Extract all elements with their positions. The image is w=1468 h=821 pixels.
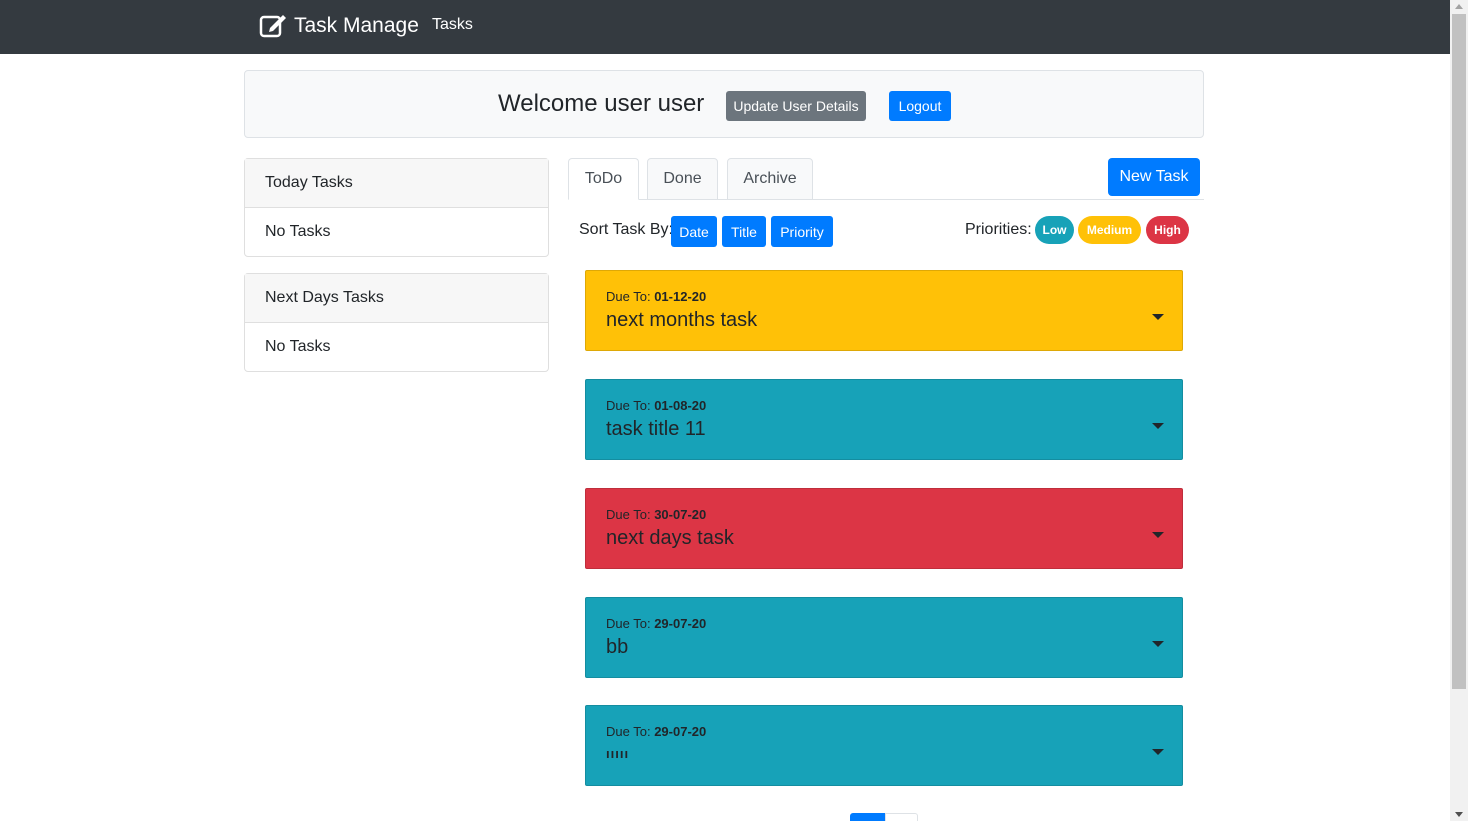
next-days-tasks-card: Next Days Tasks No Tasks [244,273,549,372]
task-card[interactable]: Due To: 29-07-20 bb [585,597,1183,678]
page-item-active[interactable] [850,813,885,821]
task-due-date: Due To: 01-08-20 [606,398,707,413]
task-card[interactable]: Due To: 01-12-20 next months task [585,270,1183,351]
task-card[interactable]: Due To: 01-08-20 task title 11 [585,379,1183,460]
sort-by-priority-button[interactable]: Priority [771,216,833,247]
next-days-tasks-header: Next Days Tasks [245,274,548,323]
next-days-tasks-body: No Tasks [265,338,331,355]
task-title: next days task [606,527,734,549]
today-tasks-card: Today Tasks No Tasks [244,158,549,257]
welcome-title: Welcome user user [498,90,705,117]
new-task-button[interactable]: New Task [1108,158,1200,196]
welcome-banner: Welcome user user Update User Details Lo… [244,70,1204,138]
logout-button[interactable]: Logout [889,91,951,121]
task-title: task title 11 [606,418,706,440]
priority-high-badge: High [1146,216,1189,244]
today-tasks-body: No Tasks [265,223,331,240]
tab-archive[interactable]: Archive [727,158,813,200]
page-item[interactable] [885,813,918,821]
scroll-up-arrow-icon[interactable] [1455,4,1463,9]
priority-low-badge: Low [1035,216,1074,244]
task-title: ııııı [606,746,630,761]
sort-label: Sort Task By: [579,221,673,238]
task-title: bb [606,636,629,658]
sort-by-title-button[interactable]: Title [722,216,766,247]
caret-down-icon[interactable] [1152,423,1164,429]
brand-link[interactable]: Task Manage [259,12,419,39]
priorities-label: Priorities: [965,221,1032,238]
caret-down-icon[interactable] [1152,749,1164,755]
nav-link-tasks[interactable]: Tasks [432,16,473,34]
scroll-thumb[interactable] [1452,14,1466,689]
top-navbar: Task Manage Tasks [0,0,1450,54]
vertical-scrollbar[interactable] [1450,0,1468,821]
tab-todo[interactable]: ToDo [568,158,639,200]
task-card[interactable]: Due To: 29-07-20 ııııı [585,705,1183,786]
scroll-down-arrow-icon[interactable] [1455,812,1463,817]
brand-label: Task Manage [294,13,419,37]
task-due-date: Due To: 29-07-20 [606,724,707,739]
caret-down-icon[interactable] [1152,641,1164,647]
edit-icon [259,15,286,38]
update-user-details-button[interactable]: Update User Details [726,91,866,121]
tab-done[interactable]: Done [647,158,718,200]
task-card[interactable]: Due To: 30-07-20 next days task [585,488,1183,569]
caret-down-icon[interactable] [1152,532,1164,538]
task-title: next months task [606,309,758,331]
caret-down-icon[interactable] [1152,314,1164,320]
pagination [850,813,918,821]
task-due-date: Due To: 30-07-20 [606,507,707,522]
task-due-date: Due To: 01-12-20 [606,289,707,304]
task-due-date: Due To: 29-07-20 [606,616,707,631]
today-tasks-header: Today Tasks [245,159,548,208]
priority-medium-badge: Medium [1078,216,1141,244]
sort-by-date-button[interactable]: Date [671,216,717,247]
